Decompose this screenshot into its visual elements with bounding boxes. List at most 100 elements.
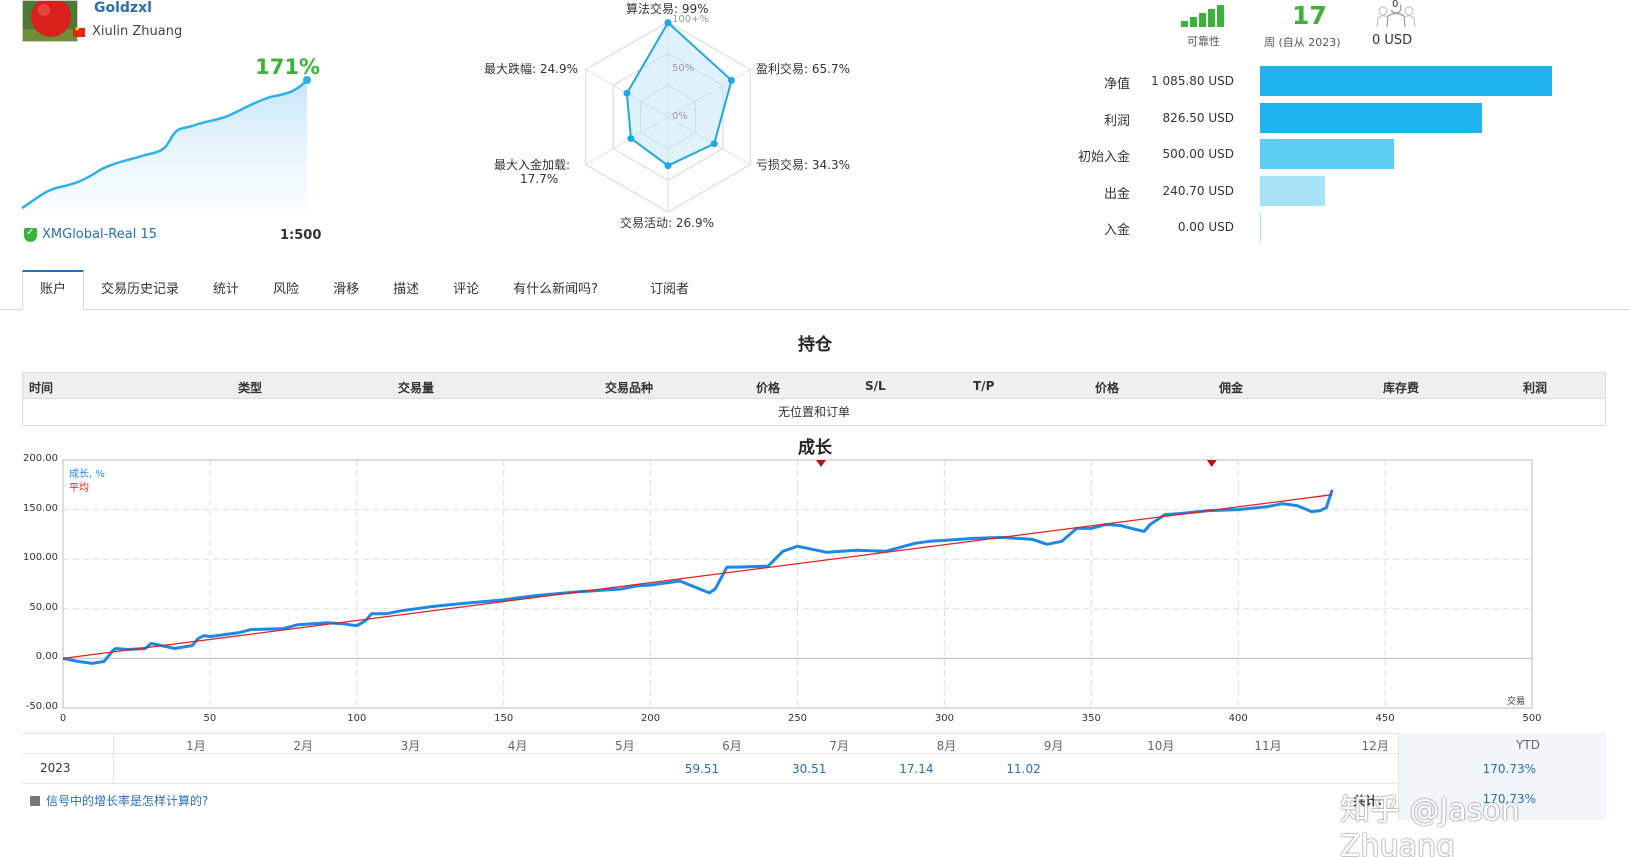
month-header: 10月 — [1147, 739, 1175, 753]
radar-scale-100: 100+% — [672, 14, 709, 25]
month-value: 11.02 — [1006, 762, 1041, 776]
tab-4[interactable]: 风险 — [256, 270, 316, 309]
growth-help-text: 信号中的增长率是怎样计算的? — [46, 794, 209, 808]
month-value: 59.51 — [684, 762, 720, 776]
balance-value: 500.00 USD — [1162, 147, 1234, 161]
x-tick-label: 150 — [494, 713, 514, 724]
positions-column-header: 交易量 — [398, 381, 435, 395]
tab-7[interactable]: 评论 — [436, 270, 496, 309]
help-doc-icon — [30, 795, 40, 806]
x-tick-label: 300 — [934, 713, 954, 724]
ytd-header: YTD — [1516, 738, 1540, 752]
balance-label: 净值 — [1103, 77, 1130, 92]
balance-row: 出金 240.70 USD — [0, 175, 1630, 208]
subscription-price: 0 USD — [1372, 33, 1413, 48]
x-tick-label: 350 — [1081, 713, 1101, 724]
watermark: 知乎 @Jason Zhuang — [1340, 793, 1520, 857]
ytd-value: 170.73% — [1482, 762, 1536, 776]
x-tick-label: 50 — [203, 713, 217, 724]
x-axis-label: 交易 — [1507, 697, 1526, 707]
positions-column-header: 佣金 — [1219, 381, 1244, 395]
balance-label: 入金 — [1103, 223, 1130, 238]
positions-empty-message: 无位置和订单 — [777, 405, 850, 419]
legend-growth: 成长, % — [69, 469, 105, 480]
x-tick-label: 400 — [1228, 713, 1248, 724]
reliability-label: 可靠性 — [1187, 35, 1220, 48]
balance-bar — [1260, 66, 1552, 96]
year-label: 2023 — [40, 761, 71, 775]
positions-column-header: 交易品种 — [605, 381, 654, 395]
x-tick-label: 200 — [641, 713, 661, 724]
tab-2[interactable]: 交易历史记录 — [84, 270, 196, 309]
positions-column-header: T/P — [973, 379, 995, 393]
avatar[interactable] — [22, 0, 78, 42]
balance-row: 利润 826.50 USD — [0, 102, 1630, 135]
x-tick-label: 450 — [1375, 713, 1395, 724]
balance-bar — [1260, 212, 1261, 242]
month-header: 4月 — [507, 739, 528, 753]
tab-9[interactable]: 订阅者 — [633, 270, 706, 309]
x-tick-label: 0 — [59, 713, 67, 724]
month-header: 11月 — [1254, 739, 1282, 753]
x-tick-label: 250 — [787, 713, 808, 724]
balance-value: 0.00 USD — [1177, 220, 1234, 234]
positions-column-header: S/L — [865, 379, 886, 393]
tab-bar: 账户 交易历史记录 统计 风险 滑移 描述 评论 有什么新闻吗? 订阅者 — [22, 270, 1630, 310]
positions-column-header: 价格 — [756, 381, 781, 395]
month-value: 17.14 — [899, 762, 934, 776]
positions-column-header: 价格 — [1095, 381, 1120, 395]
month-header: 6月 — [722, 739, 742, 753]
y-tick-label: 150.00 — [23, 502, 58, 514]
tab-1[interactable]: 账户 — [22, 270, 85, 310]
y-tick-label: 100.00 — [23, 552, 58, 564]
month-header: 12月 — [1361, 739, 1389, 753]
positions-title: 持仓 — [798, 335, 832, 355]
legend-average: 平均 — [69, 483, 89, 494]
positions-column-header: 时间 — [29, 381, 54, 395]
month-header: 1月 — [186, 739, 206, 753]
balance-value: 826.50 USD — [1162, 110, 1234, 125]
month-value: 30.51 — [792, 762, 827, 776]
y-tick-label: 0.00 — [35, 651, 58, 663]
month-header: 7月 — [829, 739, 849, 753]
balance-bar — [1260, 175, 1325, 206]
positions-column-header: 类型 — [238, 381, 263, 395]
x-tick-label: 100 — [347, 713, 367, 724]
positions-column-header: 利润 — [1523, 381, 1548, 395]
balance-label: 利润 — [1103, 113, 1130, 129]
reliability-bars-icon — [1181, 5, 1224, 27]
weeks-label: 周 (自从 2023) — [1264, 36, 1341, 49]
month-header: 2月 — [293, 739, 313, 753]
month-header: 8月 — [936, 739, 957, 753]
signal-nickname[interactable]: Goldzxl — [94, 0, 152, 16]
tab-8[interactable]: 有什么新闻吗? — [496, 270, 615, 309]
balance-bar — [1260, 102, 1483, 133]
y-tick-label: -50.00 — [25, 701, 58, 712]
y-tick-label: 50.00 — [29, 601, 58, 613]
balance-value: 1 085.80 USD — [1151, 74, 1234, 88]
growth-chart — [62, 459, 1533, 709]
positions-table: 时间 类型 交易量 交易品种 价格 S/L T/P 价格 佣金 库存费 利润 无位置和订单 — [22, 372, 1606, 426]
month-header: 3月 — [400, 739, 421, 753]
weeks-count: 17 — [1292, 1, 1327, 30]
x-tick-label: 500 — [1522, 713, 1542, 724]
subscribers-count: 0 — [1390, 0, 1401, 10]
growth-help-link[interactable]: 信号中的增长率是怎样计算的? — [30, 792, 208, 809]
china-flag-icon — [73, 25, 85, 37]
balance-label: 初始入金 — [1077, 150, 1130, 165]
balance-label: 出金 — [1103, 186, 1130, 202]
positions-column-header: 库存费 — [1383, 381, 1420, 395]
month-header: 5月 — [614, 739, 635, 753]
positions-header-row: 时间 类型 交易量 交易品种 价格 S/L T/P 价格 佣金 库存费 利润 — [23, 373, 1605, 399]
subscribers-icon: 0 — [1376, 0, 1416, 33]
tab-3[interactable]: 统计 — [196, 270, 256, 309]
balance-row: 入金 0.00 USD — [0, 212, 1630, 244]
author-name: Xiulin Zhuang — [92, 24, 183, 39]
balance-row: 初始入金 500.00 USD — [0, 139, 1630, 171]
balance-value: 240.70 USD — [1162, 183, 1234, 198]
y-tick-label: 200.00 — [23, 453, 58, 464]
month-header: 9月 — [1043, 739, 1064, 753]
balance-bar — [1260, 139, 1395, 169]
tab-6[interactable]: 描述 — [376, 270, 436, 309]
tab-5[interactable]: 滑移 — [316, 270, 376, 309]
